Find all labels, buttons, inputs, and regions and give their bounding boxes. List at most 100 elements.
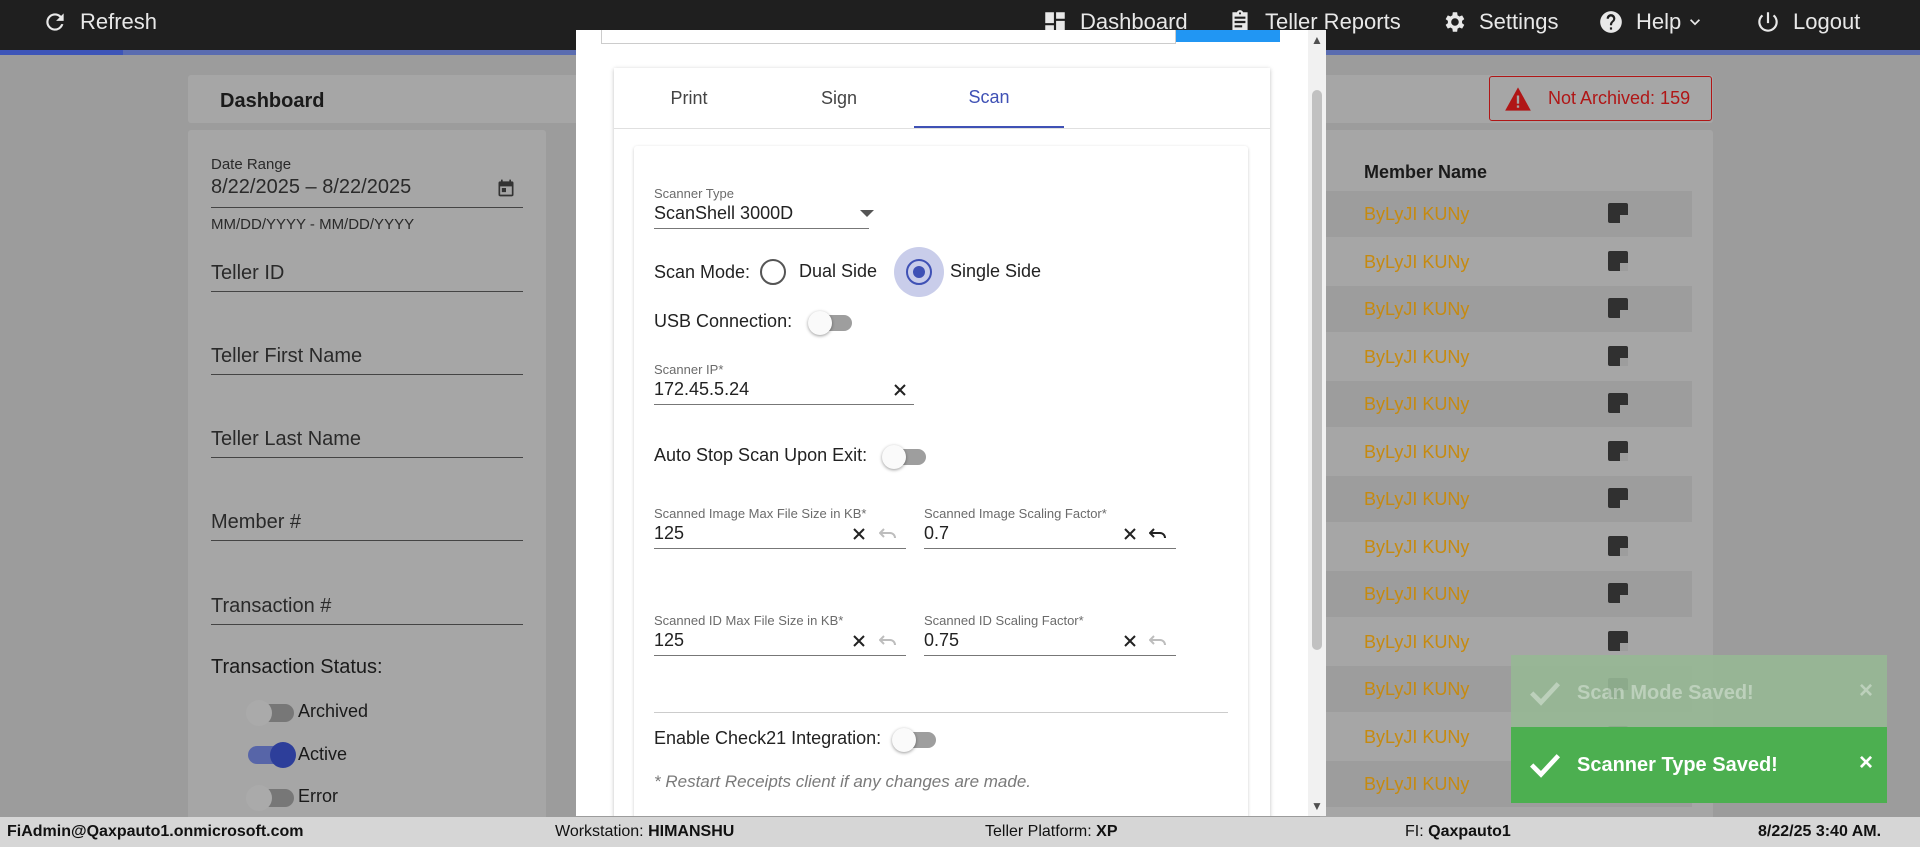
scan-mode-label: Scan Mode: (654, 262, 751, 282)
note-icon[interactable] (1608, 251, 1628, 271)
note-icon[interactable] (1608, 298, 1628, 318)
clear-icon[interactable] (1123, 527, 1137, 541)
settings-modal: Print Sign Scan Scanner Type ScanShell 3… (576, 30, 1326, 816)
id-max-size-input[interactable]: 125 (654, 630, 834, 654)
modal-scrollbar-thumb[interactable] (1312, 90, 1322, 650)
image-max-size-input[interactable]: 125 (654, 523, 834, 547)
check-icon (1530, 754, 1561, 778)
member-name-cell[interactable]: ByLyJI KUNy (1364, 679, 1469, 700)
clear-icon[interactable] (893, 383, 907, 397)
tab-print[interactable]: Print (614, 68, 764, 128)
undo-icon[interactable] (879, 527, 897, 541)
table-row[interactable]: ByLyJI KUNy (1320, 381, 1692, 427)
usb-connection-switch[interactable] (808, 311, 852, 335)
scroll-down-icon[interactable]: ▼ (1311, 800, 1323, 812)
table-row[interactable]: ByLyJI KUNy (1320, 429, 1692, 475)
id-max-size-underline (654, 655, 906, 656)
chevron-down-icon (1690, 19, 1701, 26)
member-name-cell[interactable]: ByLyJI KUNy (1364, 632, 1469, 653)
logged-in-user: FiAdmin@Qaxpauto1.onmicrosoft.com (7, 823, 304, 840)
note-icon[interactable] (1608, 583, 1628, 603)
clear-icon[interactable] (852, 527, 866, 541)
teller-last-name-field[interactable]: Teller Last Name (211, 428, 523, 458)
table-row[interactable]: ByLyJI KUNy (1320, 524, 1692, 570)
scroll-up-icon[interactable]: ▲ (1311, 34, 1323, 46)
clear-icon[interactable] (852, 634, 866, 648)
teller-id-field[interactable]: Teller ID (211, 262, 523, 292)
undo-icon[interactable] (1149, 634, 1167, 648)
tab-scan[interactable]: Scan (914, 68, 1064, 128)
note-icon[interactable] (1608, 393, 1628, 413)
transaction-status-label: Transaction Status: (211, 656, 383, 678)
note-icon[interactable] (1608, 441, 1628, 461)
date-range-input[interactable]: 8/22/2025 – 8/22/2025 (211, 176, 523, 208)
table-row[interactable]: ByLyJI KUNy (1320, 334, 1692, 380)
note-icon[interactable] (1608, 536, 1628, 556)
auto-stop-label: Auto Stop Scan Upon Exit: (654, 445, 868, 465)
table-row[interactable]: ByLyJI KUNy (1320, 476, 1692, 522)
table-row[interactable]: ByLyJI KUNy (1320, 286, 1692, 332)
check21-switch[interactable] (892, 728, 936, 752)
platform-info: Teller Platform: XP (985, 823, 1118, 841)
member-name-cell[interactable]: ByLyJI KUNy (1364, 204, 1469, 225)
help-icon (1600, 11, 1622, 33)
scanner-type-underline (654, 228, 869, 229)
close-icon[interactable]: × (1859, 751, 1873, 775)
member-name-cell[interactable]: ByLyJI KUNy (1364, 537, 1469, 558)
nav-help[interactable]: Help (1598, 9, 1705, 35)
id-max-size-label: Scanned ID Max File Size in KB* (654, 613, 844, 628)
tab-sign[interactable]: Sign (764, 68, 914, 128)
close-icon[interactable]: × (1859, 679, 1873, 703)
image-scaling-input[interactable]: 0.7 (924, 523, 1104, 547)
member-number-field[interactable]: Member # (211, 511, 523, 541)
note-icon[interactable] (1608, 631, 1628, 651)
error-toggle[interactable] (246, 785, 294, 811)
note-icon[interactable] (1608, 346, 1628, 366)
table-row[interactable]: ByLyJI KUNy (1320, 191, 1692, 237)
member-name-cell[interactable]: ByLyJI KUNy (1364, 584, 1469, 605)
single-side-radio[interactable] (906, 259, 932, 285)
toast-message: Scan Mode Saved! (1577, 681, 1754, 704)
single-side-label: Single Side (950, 261, 1042, 281)
member-name-cell[interactable]: ByLyJI KUNy (1364, 442, 1469, 463)
settings-tabs-card: Print Sign Scan Scanner Type ScanShell 3… (614, 68, 1270, 816)
active-toggle[interactable] (248, 742, 296, 768)
member-name-cell[interactable]: ByLyJI KUNy (1364, 252, 1469, 273)
check21-label: Enable Check21 Integration: (654, 728, 882, 748)
nav-logout-label: Logout (1793, 9, 1861, 34)
member-name-cell[interactable]: ByLyJI KUNy (1364, 489, 1469, 510)
refresh-button[interactable]: Refresh (42, 9, 157, 35)
member-name-cell[interactable]: ByLyJI KUNy (1364, 774, 1469, 795)
auto-stop-switch[interactable] (882, 445, 926, 469)
not-archived-alert[interactable]: Not Archived: 159 (1489, 76, 1712, 121)
teller-first-name-field[interactable]: Teller First Name (211, 345, 523, 375)
modal-top-button[interactable] (1176, 30, 1280, 42)
gear-icon (1445, 12, 1465, 32)
nav-settings[interactable]: Settings (1441, 9, 1559, 35)
dropdown-arrow-icon[interactable] (860, 210, 874, 217)
image-scaling-underline (924, 548, 1176, 549)
nav-logout[interactable]: Logout (1755, 9, 1860, 35)
note-icon[interactable] (1608, 488, 1628, 508)
modal-top-input[interactable] (601, 30, 1176, 44)
calendar-icon[interactable] (496, 178, 516, 198)
undo-icon[interactable] (879, 634, 897, 648)
member-name-cell[interactable]: ByLyJI KUNy (1364, 727, 1469, 748)
id-scaling-label: Scanned ID Scaling Factor* (924, 613, 1084, 628)
scanner-ip-input[interactable]: 172.45.5.24 (654, 379, 884, 403)
dual-side-radio[interactable] (760, 259, 786, 285)
check-icon (1530, 682, 1561, 706)
clear-icon[interactable] (1123, 634, 1137, 648)
note-icon[interactable] (1608, 203, 1628, 223)
member-name-cell[interactable]: ByLyJI KUNy (1364, 299, 1469, 320)
table-row[interactable]: ByLyJI KUNy (1320, 571, 1692, 617)
member-name-cell[interactable]: ByLyJI KUNy (1364, 347, 1469, 368)
table-row[interactable]: ByLyJI KUNy (1320, 239, 1692, 285)
usb-connection-label: USB Connection: (654, 311, 793, 331)
transaction-number-field[interactable]: Transaction # (211, 595, 523, 625)
member-name-cell[interactable]: ByLyJI KUNy (1364, 394, 1469, 415)
undo-icon[interactable] (1149, 527, 1167, 541)
image-max-size-underline (654, 548, 906, 549)
id-scaling-input[interactable]: 0.75 (924, 630, 1104, 654)
archived-toggle[interactable] (246, 700, 294, 726)
